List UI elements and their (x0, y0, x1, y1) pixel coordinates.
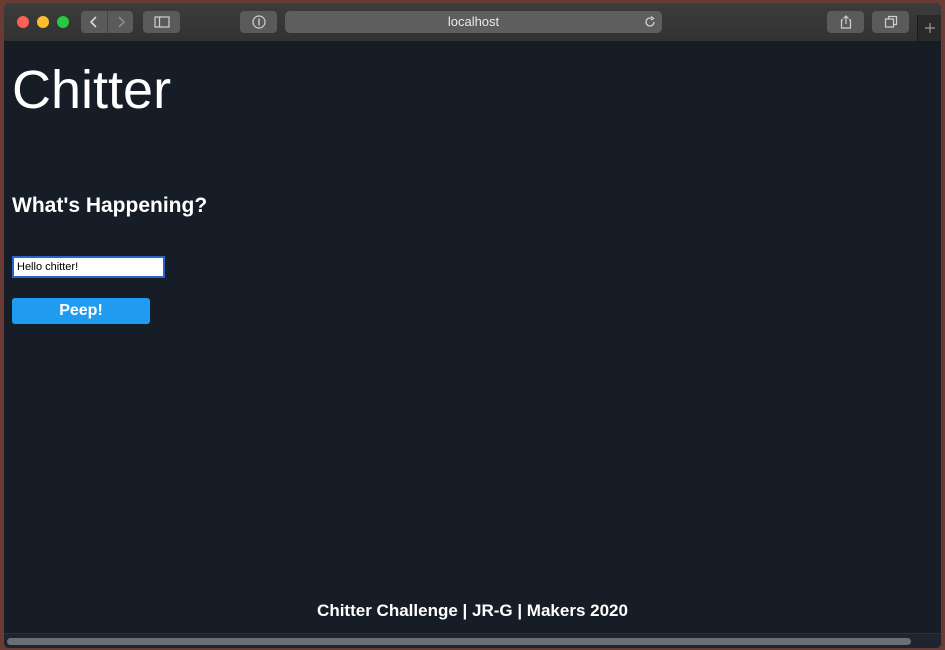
browser-toolbar: localhost (4, 3, 941, 42)
share-icon (840, 15, 851, 29)
tabs-icon (884, 15, 897, 28)
reload-button[interactable] (644, 11, 656, 35)
back-button[interactable] (81, 11, 107, 33)
peep-button[interactable]: Peep! (12, 298, 150, 324)
scrollbar-thumb[interactable] (7, 638, 911, 645)
page-content: Chitter What's Happening? Peep! Chitter … (4, 42, 941, 633)
close-window-button[interactable] (17, 16, 29, 28)
address-text: localhost (447, 14, 500, 29)
address-bar[interactable]: localhost (285, 11, 662, 33)
minimize-window-button[interactable] (37, 16, 49, 28)
show-tabs-button[interactable] (872, 11, 909, 33)
chevron-left-icon (89, 16, 97, 28)
shield-icon (251, 15, 266, 29)
chevron-right-icon (118, 16, 126, 28)
sidebar-icon (153, 16, 170, 28)
browser-window: localhost Chitter What's Happening? Peep… (4, 3, 941, 648)
site-title: Chitter (12, 60, 172, 120)
reload-icon (645, 15, 655, 27)
whats-happening-heading: What's Happening? (12, 194, 208, 217)
navigation-buttons (81, 11, 133, 33)
forward-button[interactable] (107, 11, 134, 33)
maximize-window-button[interactable] (57, 16, 69, 28)
share-button[interactable] (827, 11, 864, 33)
horizontal-scrollbar[interactable] (4, 633, 941, 648)
plus-icon (924, 23, 935, 33)
footer-text: Chitter Challenge | JR-G | Makers 2020 (317, 601, 628, 620)
privacy-report-button[interactable] (240, 11, 277, 33)
new-tab-button[interactable] (917, 15, 941, 41)
sidebar-button[interactable] (143, 11, 180, 33)
peep-input[interactable] (12, 256, 165, 278)
